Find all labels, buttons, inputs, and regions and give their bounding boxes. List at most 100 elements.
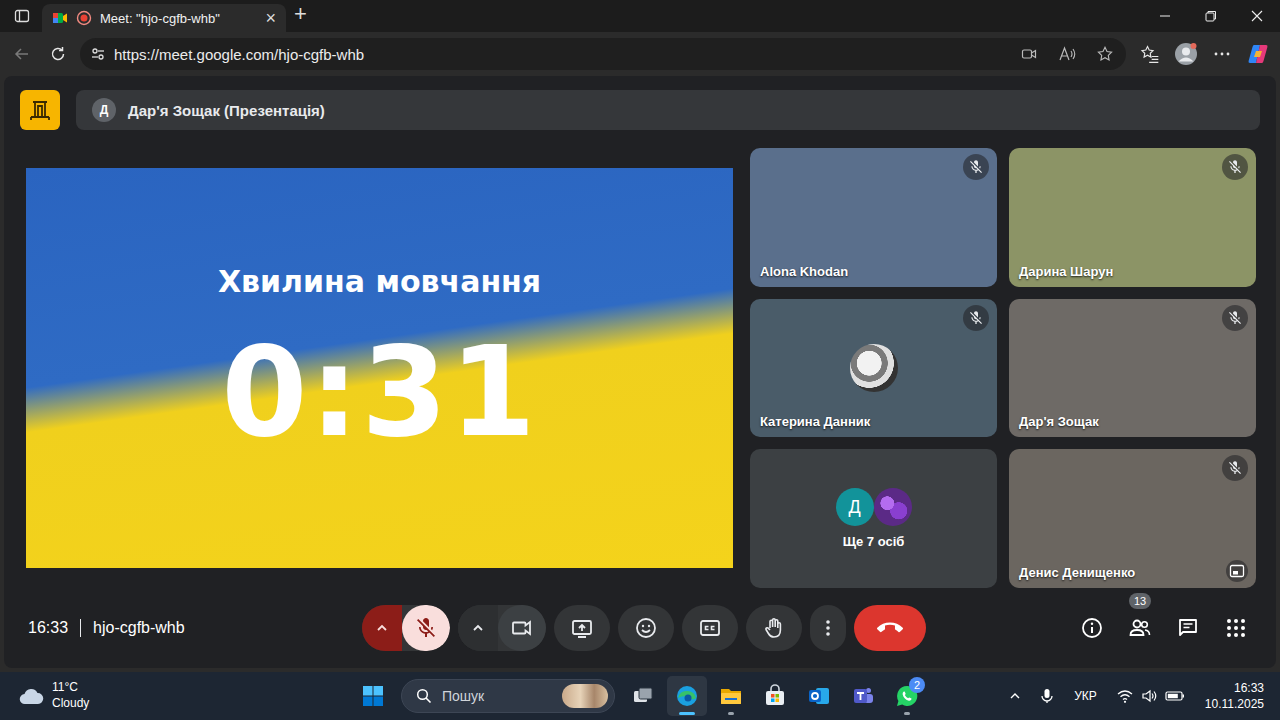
- tab-title: Meet: "hjo-cgfb-whb": [100, 11, 255, 26]
- more-vertical-icon: [816, 616, 840, 640]
- presentation-timer: 0:31: [221, 330, 537, 454]
- muted-indicator: [1222, 305, 1248, 331]
- captions-button[interactable]: [682, 605, 738, 651]
- reload-button[interactable]: [40, 38, 76, 70]
- camera-permission-button[interactable]: [1014, 40, 1044, 68]
- camera-group: [458, 605, 546, 651]
- present-button[interactable]: [554, 605, 610, 651]
- meeting-details: 16:33 hjo-cgfb-whb: [28, 619, 362, 637]
- taskbar-app[interactable]: 2: [887, 676, 927, 716]
- leave-call-button[interactable]: [854, 605, 926, 651]
- close-window-button[interactable]: [1234, 0, 1280, 32]
- system-tray: УКР 16:3310.11.2025: [1002, 680, 1280, 712]
- copilot-button[interactable]: [1240, 38, 1276, 70]
- taskbar-app[interactable]: [711, 676, 751, 716]
- participant-tile[interactable]: Денис Денищенко: [1009, 449, 1256, 588]
- browser-tab[interactable]: Meet: "hjo-cgfb-whb" ×: [42, 4, 286, 32]
- mic-toggle-button[interactable]: [402, 605, 450, 651]
- recording-icon: [76, 10, 92, 26]
- raise-hand-button[interactable]: [746, 605, 802, 651]
- muted-indicator: [963, 305, 989, 331]
- weather-temperature: 11°C: [52, 680, 89, 696]
- edge-icon: [675, 684, 699, 708]
- taskbar-app[interactable]: [799, 676, 839, 716]
- people-button[interactable]: 13: [1116, 605, 1164, 651]
- presenter-label: Дар'я Зощак (Презентація): [128, 102, 325, 119]
- restore-button[interactable]: [1188, 0, 1234, 32]
- participant-name: Катерина Данник: [760, 414, 870, 429]
- new-tab-button[interactable]: +: [286, 3, 315, 29]
- taskbar-app[interactable]: [843, 676, 883, 716]
- weather-text: 11°CCloudy: [52, 680, 89, 711]
- participant-tile[interactable]: Дар'я Зощак: [1009, 299, 1256, 438]
- taskbar-app[interactable]: [623, 676, 663, 716]
- participant-tile[interactable]: Катерина Данник: [750, 299, 997, 438]
- reactions-button[interactable]: [618, 605, 674, 651]
- presenter-avatar: Д: [92, 98, 116, 122]
- settings-more-button[interactable]: [1204, 38, 1240, 70]
- start-button[interactable]: [353, 676, 393, 716]
- read-aloud-icon: [1058, 46, 1076, 62]
- activities-button[interactable]: [1212, 605, 1260, 651]
- meeting-code: hjo-cgfb-whb: [93, 619, 185, 637]
- participant-avatar: Д: [836, 488, 874, 526]
- read-aloud-button[interactable]: [1052, 40, 1082, 68]
- profile-button[interactable]: [1168, 38, 1204, 70]
- taskbar-app[interactable]: [667, 676, 707, 716]
- search-placeholder: Пошук: [442, 688, 552, 704]
- taskbar-search[interactable]: Пошук: [401, 679, 615, 713]
- windows-logo-icon: [361, 684, 385, 708]
- minimize-button[interactable]: [1142, 0, 1188, 32]
- chat-icon: [1176, 616, 1200, 640]
- search-highlight-picture: [562, 684, 608, 708]
- more-options-button[interactable]: [810, 605, 846, 651]
- meeting-time: 16:33: [28, 619, 68, 637]
- profile-avatar-icon: [1174, 42, 1198, 66]
- presentation-title: Хвилина мовчання: [218, 264, 541, 300]
- video-options-button[interactable]: [458, 605, 498, 651]
- participant-avatar: [850, 344, 898, 392]
- weather-widget[interactable]: 11°CCloudy: [0, 680, 353, 711]
- meet-main: Хвилина мовчання 0:31 Alona KhodanДарина Ш…: [20, 148, 1260, 588]
- input-language[interactable]: УКР: [1066, 689, 1105, 703]
- chevron-up-icon: [375, 621, 389, 635]
- clock[interactable]: 16:3310.11.2025: [1197, 680, 1264, 712]
- meet-app: Д Дар'я Зощак (Презентація) Хвилина мовчан…: [4, 76, 1276, 668]
- back-button[interactable]: [4, 38, 40, 70]
- side-panel-buttons: 13: [1068, 605, 1260, 651]
- participant-tile[interactable]: Alona Khodan: [750, 148, 997, 287]
- address-bar[interactable]: https://meet.google.com/hjo-cgfb-whb: [80, 38, 1126, 70]
- meeting-info-button[interactable]: [1068, 605, 1116, 651]
- copilot-icon: [1246, 42, 1270, 66]
- people-icon: [1128, 616, 1152, 640]
- microphone-in-use-button[interactable]: [1034, 680, 1060, 712]
- clock-date: 10.11.2025: [1205, 696, 1264, 712]
- organization-logo[interactable]: [20, 90, 60, 130]
- info-icon: [1080, 616, 1104, 640]
- participant-name: Дар'я Зощак: [1019, 414, 1099, 429]
- running-indicator: [728, 712, 734, 715]
- quick-settings-button[interactable]: [1111, 688, 1191, 704]
- tab-close-button[interactable]: ×: [263, 9, 278, 27]
- favorites-button[interactable]: [1132, 38, 1168, 70]
- muted-indicator: [1222, 154, 1248, 180]
- captions-icon: [698, 616, 722, 640]
- reload-icon: [49, 45, 67, 63]
- taskbar-app[interactable]: [755, 676, 795, 716]
- teams-icon: [851, 684, 875, 708]
- chevron-up-icon: [471, 621, 485, 635]
- favorite-button[interactable]: [1090, 40, 1120, 68]
- chat-button[interactable]: [1164, 605, 1212, 651]
- minimize-icon: [1159, 10, 1171, 22]
- weather-condition: Cloudy: [52, 696, 89, 712]
- running-indicator: [679, 712, 695, 715]
- more-participants-label: Ще 7 осіб: [843, 534, 905, 549]
- show-hidden-icons-button[interactable]: [1002, 680, 1028, 712]
- camera-toggle-button[interactable]: [498, 605, 546, 651]
- framing-button[interactable]: [1226, 560, 1248, 582]
- participant-grid: Alona KhodanДарина Шарун Катерина Данник Д…: [750, 148, 1256, 588]
- participant-tile[interactable]: Д Ще 7 осіб: [750, 449, 997, 588]
- participant-tile[interactable]: Дарина Шарун: [1009, 148, 1256, 287]
- tab-actions-button[interactable]: [8, 0, 36, 32]
- audio-options-button[interactable]: [362, 605, 402, 651]
